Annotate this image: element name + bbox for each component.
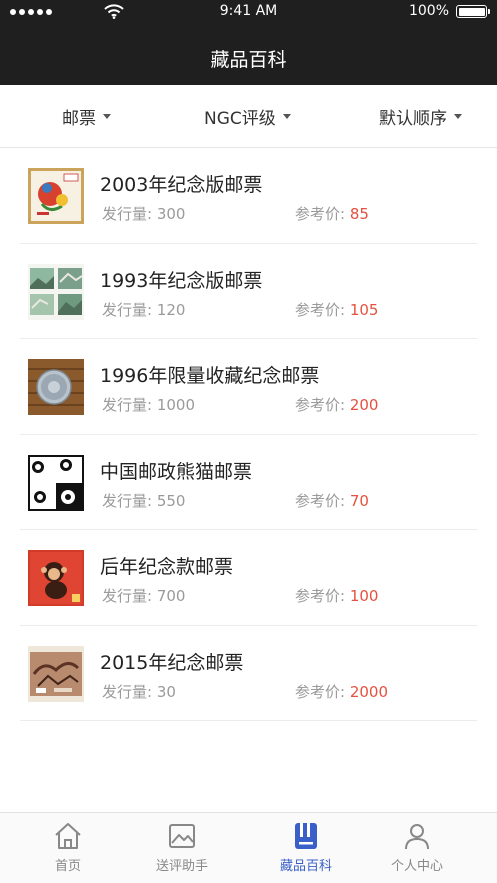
item-thumbnail — [28, 263, 84, 320]
item-title: 中国邮政熊猫邮票 — [100, 460, 253, 483]
list-item[interactable]: 1993年纪念版邮票 发行量: 120 参考价: 105 — [20, 244, 477, 339]
item-issue-value: 550 — [156, 491, 186, 510]
item-thumbnail — [28, 168, 84, 224]
item-thumbnail — [28, 550, 84, 606]
list-item[interactable]: 2015年纪念邮票 发行量: 30 参考价: 2000 — [20, 626, 477, 721]
battery-percent: 100% — [408, 3, 449, 19]
caret-down-icon — [103, 114, 111, 119]
item-issue: 发行量: 120 — [102, 300, 186, 319]
status-bar: 9:41 AM 100% — [0, 0, 497, 24]
item-issue: 发行量: 1000 — [102, 396, 196, 414]
item-title: 后年纪念款邮票 — [100, 556, 234, 578]
image-icon — [169, 824, 195, 848]
item-title: 2003年纪念版邮票 — [100, 174, 263, 196]
item-issue: 发行量: 550 — [102, 491, 186, 510]
item-price-value: 105 — [349, 300, 379, 319]
item-price: 参考价: 105 — [295, 300, 379, 319]
home-icon — [55, 823, 81, 849]
item-issue-value: 300 — [156, 205, 186, 223]
item-title: 2015年纪念邮票 — [100, 651, 244, 674]
item-price: 参考价: 70 — [295, 491, 369, 510]
tab-encyclopedia[interactable]: 藏品百科 — [244, 813, 368, 883]
filter-grading-label: NGC评级 — [204, 109, 276, 129]
filter-category-label: 邮票 — [62, 109, 96, 129]
header: 9:41 AM 100% 藏品百科 — [0, 0, 497, 85]
page-title: 藏品百科 — [210, 49, 287, 71]
tab-appraisal[interactable]: 送评助手 — [120, 813, 244, 883]
filter-grading[interactable]: NGC评级 — [204, 85, 291, 148]
item-title: 1996年限量收藏纪念邮票 — [100, 365, 320, 387]
list-item[interactable]: 后年纪念款邮票 发行量: 700 参考价: 100 — [20, 530, 477, 626]
item-issue: 发行量: 700 — [102, 587, 186, 605]
tab-encyclopedia-label: 藏品百科 — [279, 859, 332, 874]
tab-profile[interactable]: 个人中心 — [355, 813, 479, 883]
tab-profile-label: 个人中心 — [390, 859, 443, 874]
item-issue-value: 30 — [156, 682, 176, 701]
item-thumbnail — [28, 454, 84, 511]
collection-list: 2003年纪念版邮票 发行量: 300 参考价: 85 1993年纪念版邮票 发… — [20, 148, 477, 721]
caret-down-icon — [454, 114, 462, 119]
book-icon — [295, 823, 317, 849]
item-price-value: 200 — [349, 396, 379, 414]
caret-down-icon — [282, 114, 291, 119]
item-price: 参考价: 85 — [295, 205, 369, 223]
item-issue-value: 700 — [156, 587, 186, 605]
filter-bar: 邮票 NGC评级 默认顺序 — [0, 85, 497, 148]
item-issue-value: 120 — [156, 300, 186, 319]
item-price: 参考价: 200 — [295, 396, 379, 414]
item-thumbnail — [28, 359, 84, 415]
item-thumbnail — [28, 645, 84, 702]
item-issue: 发行量: 300 — [102, 205, 186, 223]
item-issue-value: 1000 — [156, 396, 196, 414]
filter-sort-label: 默认顺序 — [379, 109, 447, 129]
person-icon — [405, 824, 429, 850]
list-item[interactable]: 2003年纪念版邮票 发行量: 300 参考价: 85 — [20, 148, 477, 244]
list-item[interactable]: 中国邮政熊猫邮票 发行量: 550 参考价: 70 — [20, 435, 477, 530]
item-price-value: 70 — [349, 491, 369, 510]
tab-bar: 首页 送评助手 藏品百科 个人中心 — [0, 812, 497, 883]
item-price-value: 2000 — [349, 682, 389, 701]
list-item[interactable]: 1996年限量收藏纪念邮票 发行量: 1000 参考价: 200 — [20, 339, 477, 435]
item-price-value: 85 — [349, 205, 369, 223]
item-price: 参考价: 100 — [295, 587, 379, 605]
item-price: 参考价: 2000 — [295, 682, 389, 701]
item-price-value: 100 — [349, 587, 379, 605]
filter-sort[interactable]: 默认顺序 — [379, 85, 462, 148]
item-issue: 发行量: 30 — [102, 682, 176, 701]
tab-home-label: 首页 — [54, 859, 81, 874]
tab-home[interactable]: 首页 — [6, 813, 130, 883]
filter-category[interactable]: 邮票 — [62, 85, 111, 148]
battery-icon — [456, 5, 490, 18]
item-title: 1993年纪念版邮票 — [100, 269, 263, 292]
tab-appraisal-label: 送评助手 — [155, 859, 208, 874]
